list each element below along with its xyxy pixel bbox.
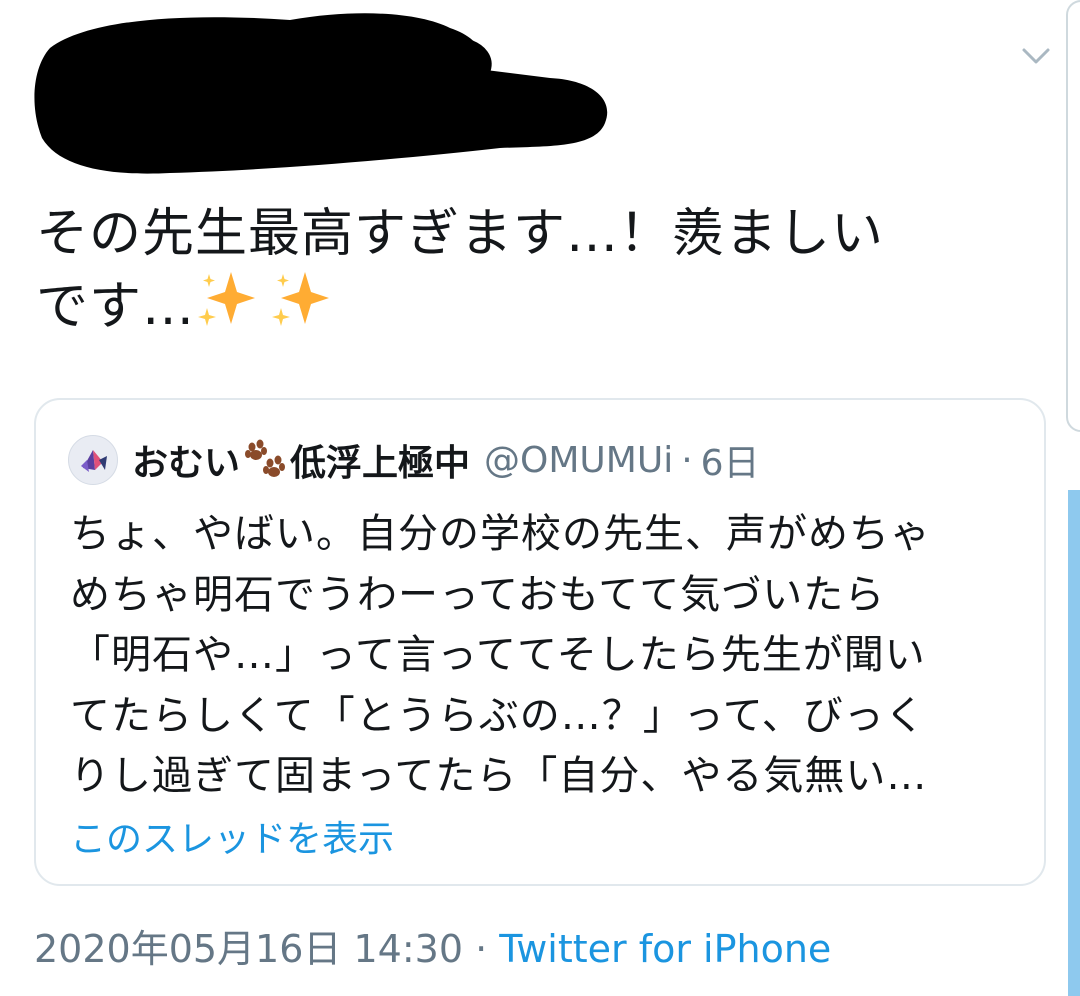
header-separator: · — [681, 439, 693, 481]
quoted-display-name[interactable]: おむい 低浮上極中 — [132, 434, 470, 486]
tweet-text-line1: その先生最高すぎます…！羨ましい — [36, 204, 885, 264]
paw-prints-icon — [245, 439, 286, 477]
avatar[interactable] — [68, 435, 118, 485]
body-line: 「明石や…」って言っててそしたら先生が聞い — [70, 632, 926, 678]
chevron-down-icon[interactable] — [1016, 36, 1056, 76]
tweet-timestamp[interactable]: 2020年05月16日 14:30 — [34, 927, 463, 971]
sparkles-icon — [272, 272, 330, 326]
body-line: てたらしくて「とうらぶの…？」って、びっく — [70, 692, 926, 739]
tweet-source-link[interactable]: Twitter for iPhone — [499, 927, 831, 971]
meta-separator: · — [463, 927, 500, 971]
tweet-text: その先生最高すぎます…！羨ましい です… — [36, 198, 1036, 343]
tweet-text-line2-wrap: です… — [36, 270, 1036, 343]
body-line: りし過ぎて固まってたら「自分、やる気無い… — [70, 753, 928, 799]
body-line: めちゃ明石でうわーっておもてて気づいたら — [70, 571, 886, 618]
tweet-meta: 2020年05月16日 14:30 · Twitter for iPhone — [34, 918, 831, 973]
body-line: ちょ、やばい。自分の学校の先生、声がめちゃ — [70, 511, 931, 557]
tweet-text-line2: です… — [36, 277, 196, 337]
quoted-handle[interactable]: @OMUMUi — [484, 440, 673, 481]
avatar-logo-icon — [81, 450, 107, 472]
show-thread-link[interactable]: このスレッドを表示 — [70, 810, 394, 862]
display-name-part2: 低浮上極中 — [290, 443, 471, 484]
display-name-part1: おむい — [132, 443, 241, 484]
sparkles-icon — [198, 272, 256, 326]
quoted-tweet-card[interactable]: おむい 低浮上極中 @OMUMUi · 6日 ちょ、やばい。自分の学校の先生、声… — [34, 398, 1046, 886]
redaction-scribble — [34, 13, 608, 174]
quoted-tweet-body: ちょ、やばい。自分の学校の先生、声がめちゃ めちゃ明石でうわーっておもてて気づい… — [70, 504, 1020, 807]
adjacent-card-edge — [1066, 0, 1080, 432]
scrollbar[interactable] — [1068, 490, 1080, 996]
quoted-relative-time[interactable]: 6日 — [701, 434, 760, 486]
quoted-tweet-header: おむい 低浮上極中 @OMUMUi · 6日 — [68, 430, 760, 490]
